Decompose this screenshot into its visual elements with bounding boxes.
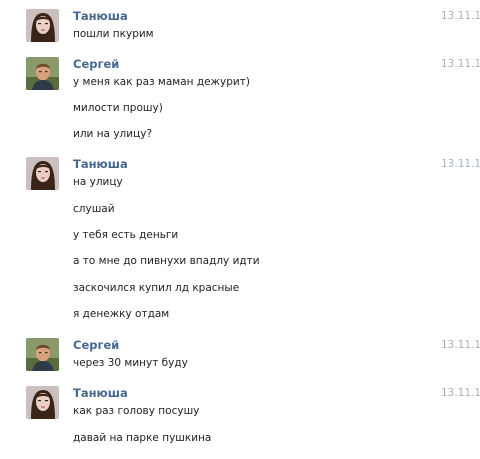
message-date[interactable]: 13.11.1 [441, 157, 480, 171]
avatar[interactable] [26, 157, 59, 190]
avatar[interactable] [26, 386, 59, 419]
avatar[interactable] [26, 338, 59, 371]
avatar[interactable] [26, 9, 59, 42]
author-name[interactable]: Танюша [73, 386, 128, 400]
boy-avatar-icon [26, 338, 59, 371]
message-text: я денежку отдам [73, 308, 170, 320]
girl-avatar-icon [26, 9, 59, 42]
message-date[interactable]: 13.11.1 [441, 57, 480, 71]
author-name[interactable]: Танюша [73, 9, 128, 23]
author-name[interactable]: Сергей [73, 57, 119, 71]
message-text: как раз голову посушу [73, 405, 200, 417]
message-text: пошли пкурим [73, 28, 154, 40]
avatar[interactable] [26, 57, 59, 90]
message-text: заскочился купил лд красные [73, 282, 240, 294]
message-date[interactable]: 13.11.1 [441, 9, 480, 23]
message-text: слушай [73, 203, 115, 215]
boy-avatar-icon [26, 57, 59, 90]
girl-avatar-icon [26, 157, 59, 190]
author-name[interactable]: Сергей [73, 338, 119, 352]
message-text: на улицу [73, 176, 123, 188]
message-text: у тебя есть деньги [73, 229, 179, 241]
girl-avatar-icon [26, 386, 59, 419]
message-text: через 30 минут буду [73, 357, 188, 369]
message-text: давай на парке пушкина [73, 432, 212, 444]
author-name[interactable]: Танюша [73, 157, 128, 171]
message-date[interactable]: 13.11.1 [441, 338, 480, 352]
message-text: а то мне до пивнухи впадлу идти [73, 255, 260, 267]
message-text: милости прошу) [73, 102, 163, 114]
message-text: у меня как раз маман дежурит) [73, 76, 250, 88]
message-text: или на улицу? [73, 128, 153, 140]
message-date[interactable]: 13.11.1 [441, 386, 480, 400]
